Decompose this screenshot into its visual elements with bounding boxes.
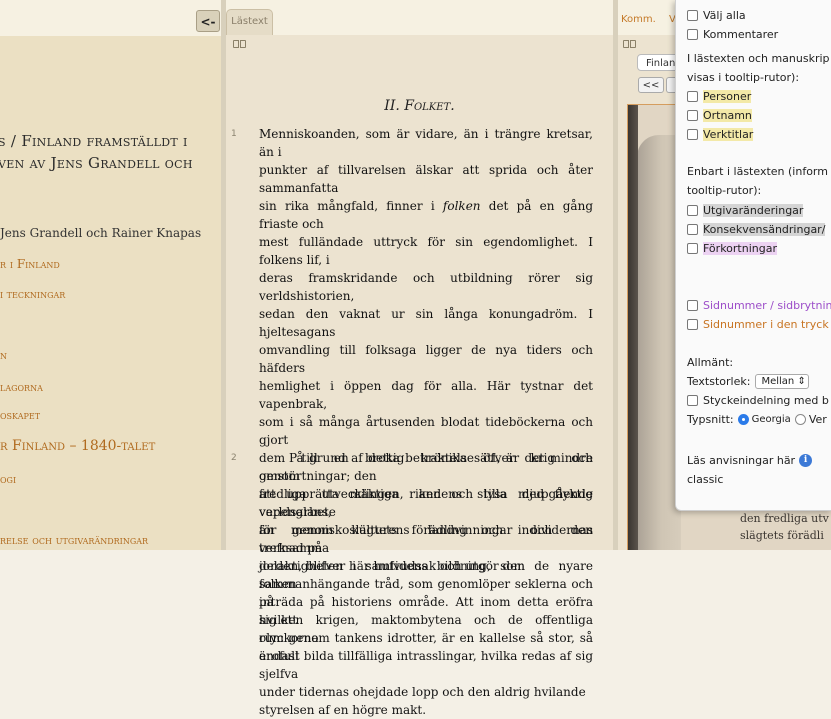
checkbox[interactable] [687, 395, 698, 406]
checkbox[interactable] [687, 91, 698, 102]
checkbox[interactable] [687, 129, 698, 140]
radio-verdana[interactable] [794, 414, 806, 425]
book-icon[interactable] [233, 40, 247, 50]
checkbox[interactable] [687, 300, 698, 311]
option-label: Ortnamn [703, 109, 752, 122]
text-line: under tidernas ohejdade lopp och den ald… [259, 685, 586, 699]
text-line: delaktigheten i samtidens bildning, som … [259, 559, 593, 591]
radio-georgia[interactable] [737, 414, 749, 425]
page-numbers-option[interactable]: Sidnummer / sidbrytnin [687, 299, 831, 312]
toc-link[interactable]: ogi [0, 472, 16, 486]
text-line: hemlighet i öppen dag för alla. Här tyst… [259, 379, 593, 411]
toc-link[interactable]: n [0, 348, 7, 362]
font-setting: Typsnitt: Georgia Ver [687, 413, 827, 426]
section-heading: visas i tooltip-rutor): [687, 71, 800, 84]
work-title-line: s / Finland framställdt i [0, 132, 188, 150]
print-page-numbers-option[interactable]: Sidnummer i den tryck [687, 318, 829, 331]
option-label: Typsnitt: [687, 413, 734, 426]
text-line: rum genom tankens idrotter, är en kallel… [259, 631, 593, 663]
text-line: sin rika mångfald, finner i folken det p… [259, 199, 593, 231]
option-label: Styckeindelning med b [703, 394, 829, 407]
text-line: inträda på historiens område. Att inom d… [259, 595, 593, 627]
text-line: mest fulländade uttryck för sin egendoml… [259, 235, 593, 267]
text-line: att upprätta mäktiga riken och lysa med … [259, 487, 593, 519]
chapter-title: II. Folket. [384, 98, 455, 114]
toc-link[interactable]: r i Finland [0, 257, 60, 271]
places-option[interactable]: Ortnamn [687, 109, 752, 122]
persons-option[interactable]: Personer [687, 90, 752, 103]
work-authors: Jens Grandell och Rainer Knapas [0, 226, 202, 240]
checkbox[interactable] [687, 224, 698, 235]
info-icon[interactable]: i [799, 454, 813, 467]
work-title-line: ven av Jens Grandell och [0, 154, 193, 172]
toc-link[interactable]: relse och utgivarändringar [0, 533, 148, 547]
facsimile-image [627, 104, 681, 550]
font-size-select[interactable]: Mellan ⇕ [755, 374, 810, 389]
section-heading: I lästexten och manuskrip [687, 52, 830, 65]
option-label: Utgivaränderingar [703, 204, 804, 217]
option-label: Välj alla [703, 9, 746, 22]
toc-link[interactable]: oskapet [0, 408, 40, 422]
tab-reading-text[interactable]: Lästext [226, 9, 273, 35]
toc-link[interactable]: i teckningar [0, 288, 65, 301]
paragraph: På grund af detta betraktelsesätt, är de… [259, 449, 593, 665]
consistency-changes-option[interactable]: Konsekvensändringar/ [687, 223, 826, 236]
reading-text-header [226, 0, 613, 35]
classic-link[interactable]: classic [687, 473, 723, 486]
works-option[interactable]: Verktitlar [687, 128, 754, 141]
abbreviations-option[interactable]: Förkortningar [687, 242, 777, 255]
checkbox[interactable] [687, 319, 698, 330]
table-of-contents: s / Finland framställdt i ven av Jens Gr… [0, 0, 221, 550]
option-label: Personer [703, 90, 752, 103]
font-size-setting: Textstorlek: Mellan ⇕ [687, 374, 810, 389]
editor-changes-option[interactable]: Utgivaränderingar [687, 204, 804, 217]
text-line: På grund af detta betraktelsesätt, är de… [259, 451, 593, 483]
text-line: omvandling till folksaga ligger de nya t… [259, 343, 593, 375]
select-value: Mellan [761, 376, 795, 387]
section-heading: Allmänt: [687, 356, 734, 369]
option-label: Ver [808, 413, 827, 426]
text-line: än genom kulturens landvinningar och den… [259, 523, 593, 555]
comments-option[interactable]: Kommentarer [687, 28, 778, 41]
text-line: styrelsen af en högre makt. [259, 703, 427, 717]
tab-comments[interactable]: Komm. [621, 14, 656, 25]
checkbox[interactable] [687, 10, 698, 21]
option-label: Konsekvensändringar/ [703, 223, 826, 236]
paragraph-number: 1 [231, 129, 237, 139]
checkbox[interactable] [687, 29, 698, 40]
option-label: Kommentarer [703, 28, 779, 41]
facsimile-text: slägtets förädli [740, 529, 824, 542]
instructions-link[interactable]: Läs anvisningar här [687, 454, 795, 467]
work-title: s / Finland framställdt i ven av Jens Gr… [0, 130, 221, 174]
text-line: sedan den vaknat ur sin långa konungadrö… [259, 307, 593, 339]
option-label: Sidnummer / sidbrytnin [703, 299, 831, 312]
text-line: deras framskridande och utbildning rörer… [259, 271, 593, 303]
option-label: Textstorlek: [687, 375, 751, 388]
previous-page-button[interactable]: << [638, 77, 664, 93]
checkbox[interactable] [687, 110, 698, 121]
text-line: punkter af tillvarelsen älskar att sprid… [259, 163, 593, 195]
facsimile-text: den fredliga utv [740, 512, 829, 525]
paragraph-number: 2 [231, 453, 237, 463]
option-label: Förkortningar [703, 242, 777, 255]
toc-link[interactable]: lagorna [0, 380, 43, 394]
instructions-row[interactable]: Läs anvisningar här i [687, 454, 813, 467]
checkbox[interactable] [687, 243, 698, 254]
paragraph-division-option[interactable]: Styckeindelning med b [687, 394, 829, 407]
text-line: Menniskoanden, som är vidare, än i träng… [259, 127, 593, 159]
option-label: Sidnummer i den tryck [703, 318, 829, 331]
book-icon[interactable] [623, 40, 637, 50]
checkbox[interactable] [687, 205, 698, 216]
section-heading: tooltip-rutor): [687, 184, 762, 197]
display-settings-popup: Välj alla Kommentarer I lästexten och ma… [675, 0, 831, 511]
text-line: som i så många årtusenden blodat tideböc… [259, 415, 593, 447]
option-label: Georgia [751, 414, 791, 425]
toc-link[interactable]: r Finland – 1840-talet [0, 438, 155, 454]
book-spine [628, 105, 638, 550]
section-heading: Enbart i lästexten (inform [687, 165, 828, 178]
option-label: Verktitlar [703, 128, 754, 141]
select-all-option[interactable]: Välj alla [687, 9, 746, 22]
